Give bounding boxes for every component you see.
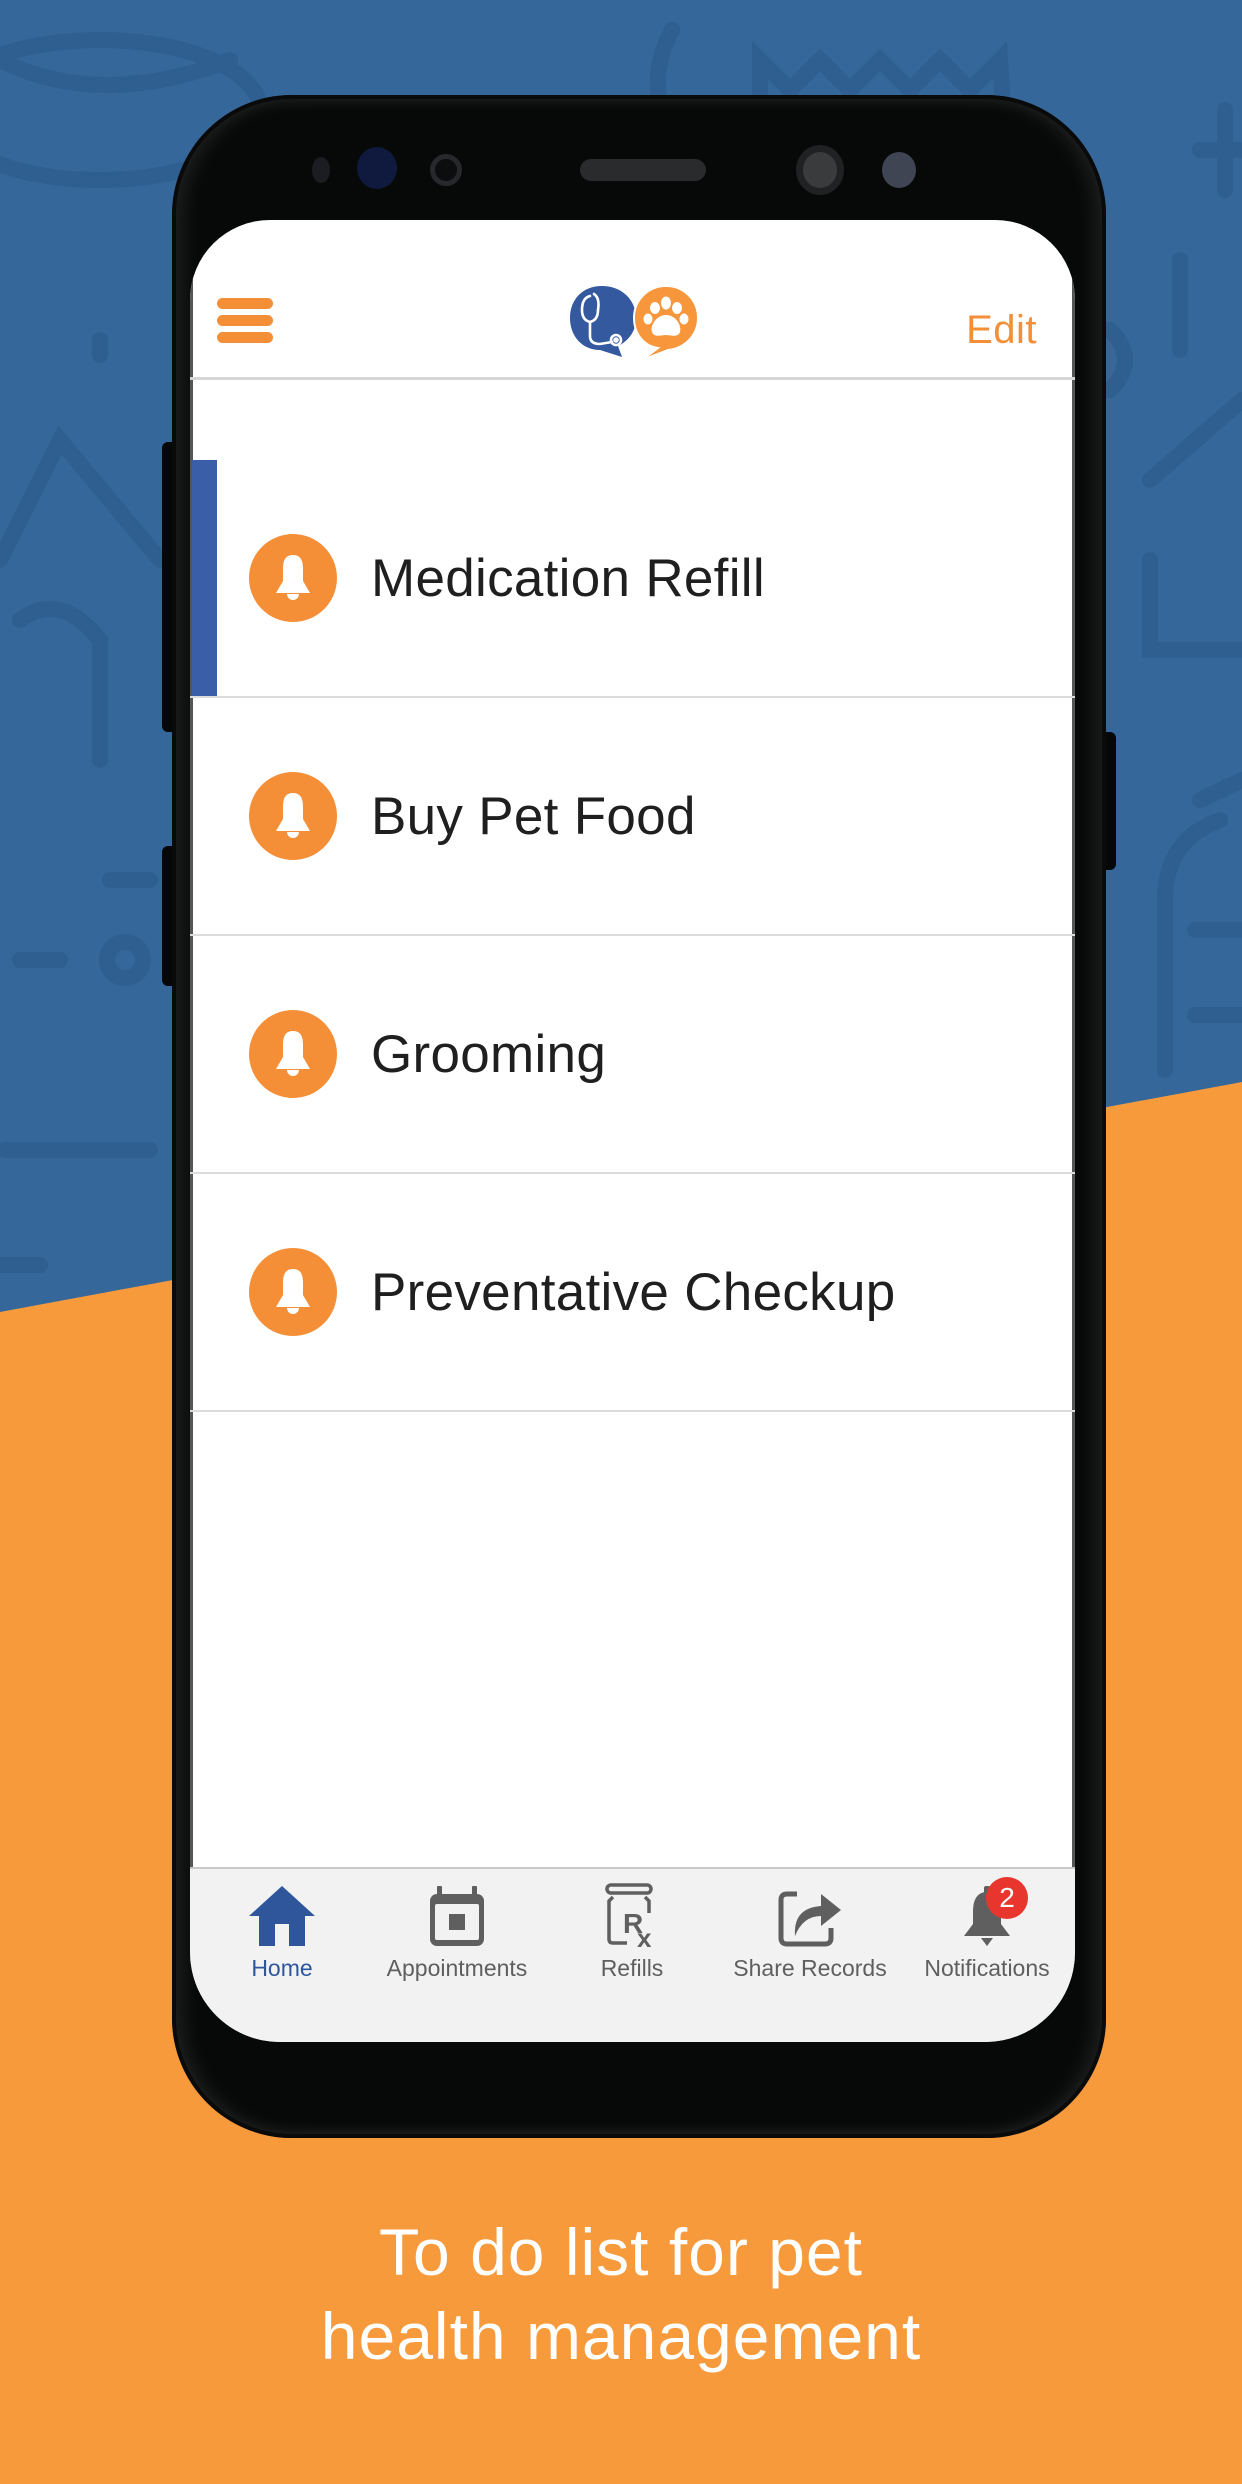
tab-home[interactable]: Home: [197, 1869, 367, 1999]
todo-item-preventative-checkup[interactable]: Preventative Checkup: [190, 1174, 1075, 1412]
todo-item-label: Preventative Checkup: [371, 1262, 896, 1322]
app-screen: Edit Medication Refill Buy Pet Food Groo…: [190, 220, 1075, 2042]
tab-label: Notifications: [924, 1955, 1050, 1981]
bell-icon: [276, 1269, 310, 1314]
reminder-badge: [249, 534, 337, 622]
tab-refills[interactable]: R x Refills: [547, 1869, 717, 1999]
app-header: Edit: [190, 220, 1075, 380]
tab-notifications[interactable]: 2 Notifications: [902, 1869, 1072, 1999]
todo-item-medication-refill[interactable]: Medication Refill: [190, 460, 1075, 698]
menu-button[interactable]: [217, 298, 273, 344]
phone-front-camera: [796, 145, 844, 195]
reminder-badge: [249, 1010, 337, 1098]
todo-item-label: Grooming: [371, 1024, 607, 1084]
promo-caption: To do list for pet health management: [0, 2210, 1242, 2378]
caption-line: To do list for pet: [379, 2215, 863, 2289]
phone-sensor: [312, 157, 330, 183]
svg-text:x: x: [637, 1923, 652, 1949]
bell-icon: [276, 1031, 310, 1076]
home-icon: [249, 1886, 315, 1946]
tab-label: Share Records: [733, 1955, 887, 1981]
caption-line: health management: [320, 2299, 922, 2373]
reminder-badge: [249, 772, 337, 860]
todo-item-label: Medication Refill: [371, 548, 765, 608]
phone-speaker: [580, 159, 706, 181]
share-icon: [778, 1891, 841, 1947]
phone-sensor: [882, 152, 916, 188]
todo-item-grooming[interactable]: Grooming: [190, 936, 1075, 1174]
todo-list: Medication Refill Buy Pet Food Grooming …: [190, 460, 1075, 1412]
phone-sensor: [430, 154, 462, 186]
tab-share-records[interactable]: Share Records: [725, 1869, 895, 1999]
todo-item-label: Buy Pet Food: [371, 786, 696, 846]
notification-count-badge: 2: [986, 1877, 1028, 1919]
tab-appointments[interactable]: Appointments: [372, 1869, 542, 1999]
calendar-icon: [430, 1886, 484, 1946]
bell-icon: [276, 555, 310, 600]
bottom-tab-bar: Home Appointments R x Refills Share Reco…: [190, 1867, 1075, 2042]
todo-item-buy-pet-food[interactable]: Buy Pet Food: [190, 698, 1075, 936]
phone-iris-scanner: [357, 147, 397, 189]
tab-label: Home: [251, 1955, 313, 1981]
bell-icon: [276, 793, 310, 838]
hamburger-icon: [217, 298, 273, 309]
tab-label: Appointments: [386, 1955, 528, 1981]
reminder-badge: [249, 1248, 337, 1336]
tab-label: Refills: [600, 1955, 664, 1981]
prescription-icon: R x: [605, 1883, 653, 1949]
stethoscope-paw-logo-icon: [570, 284, 700, 361]
edit-button[interactable]: Edit: [966, 308, 1037, 353]
app-logo: [568, 284, 700, 361]
